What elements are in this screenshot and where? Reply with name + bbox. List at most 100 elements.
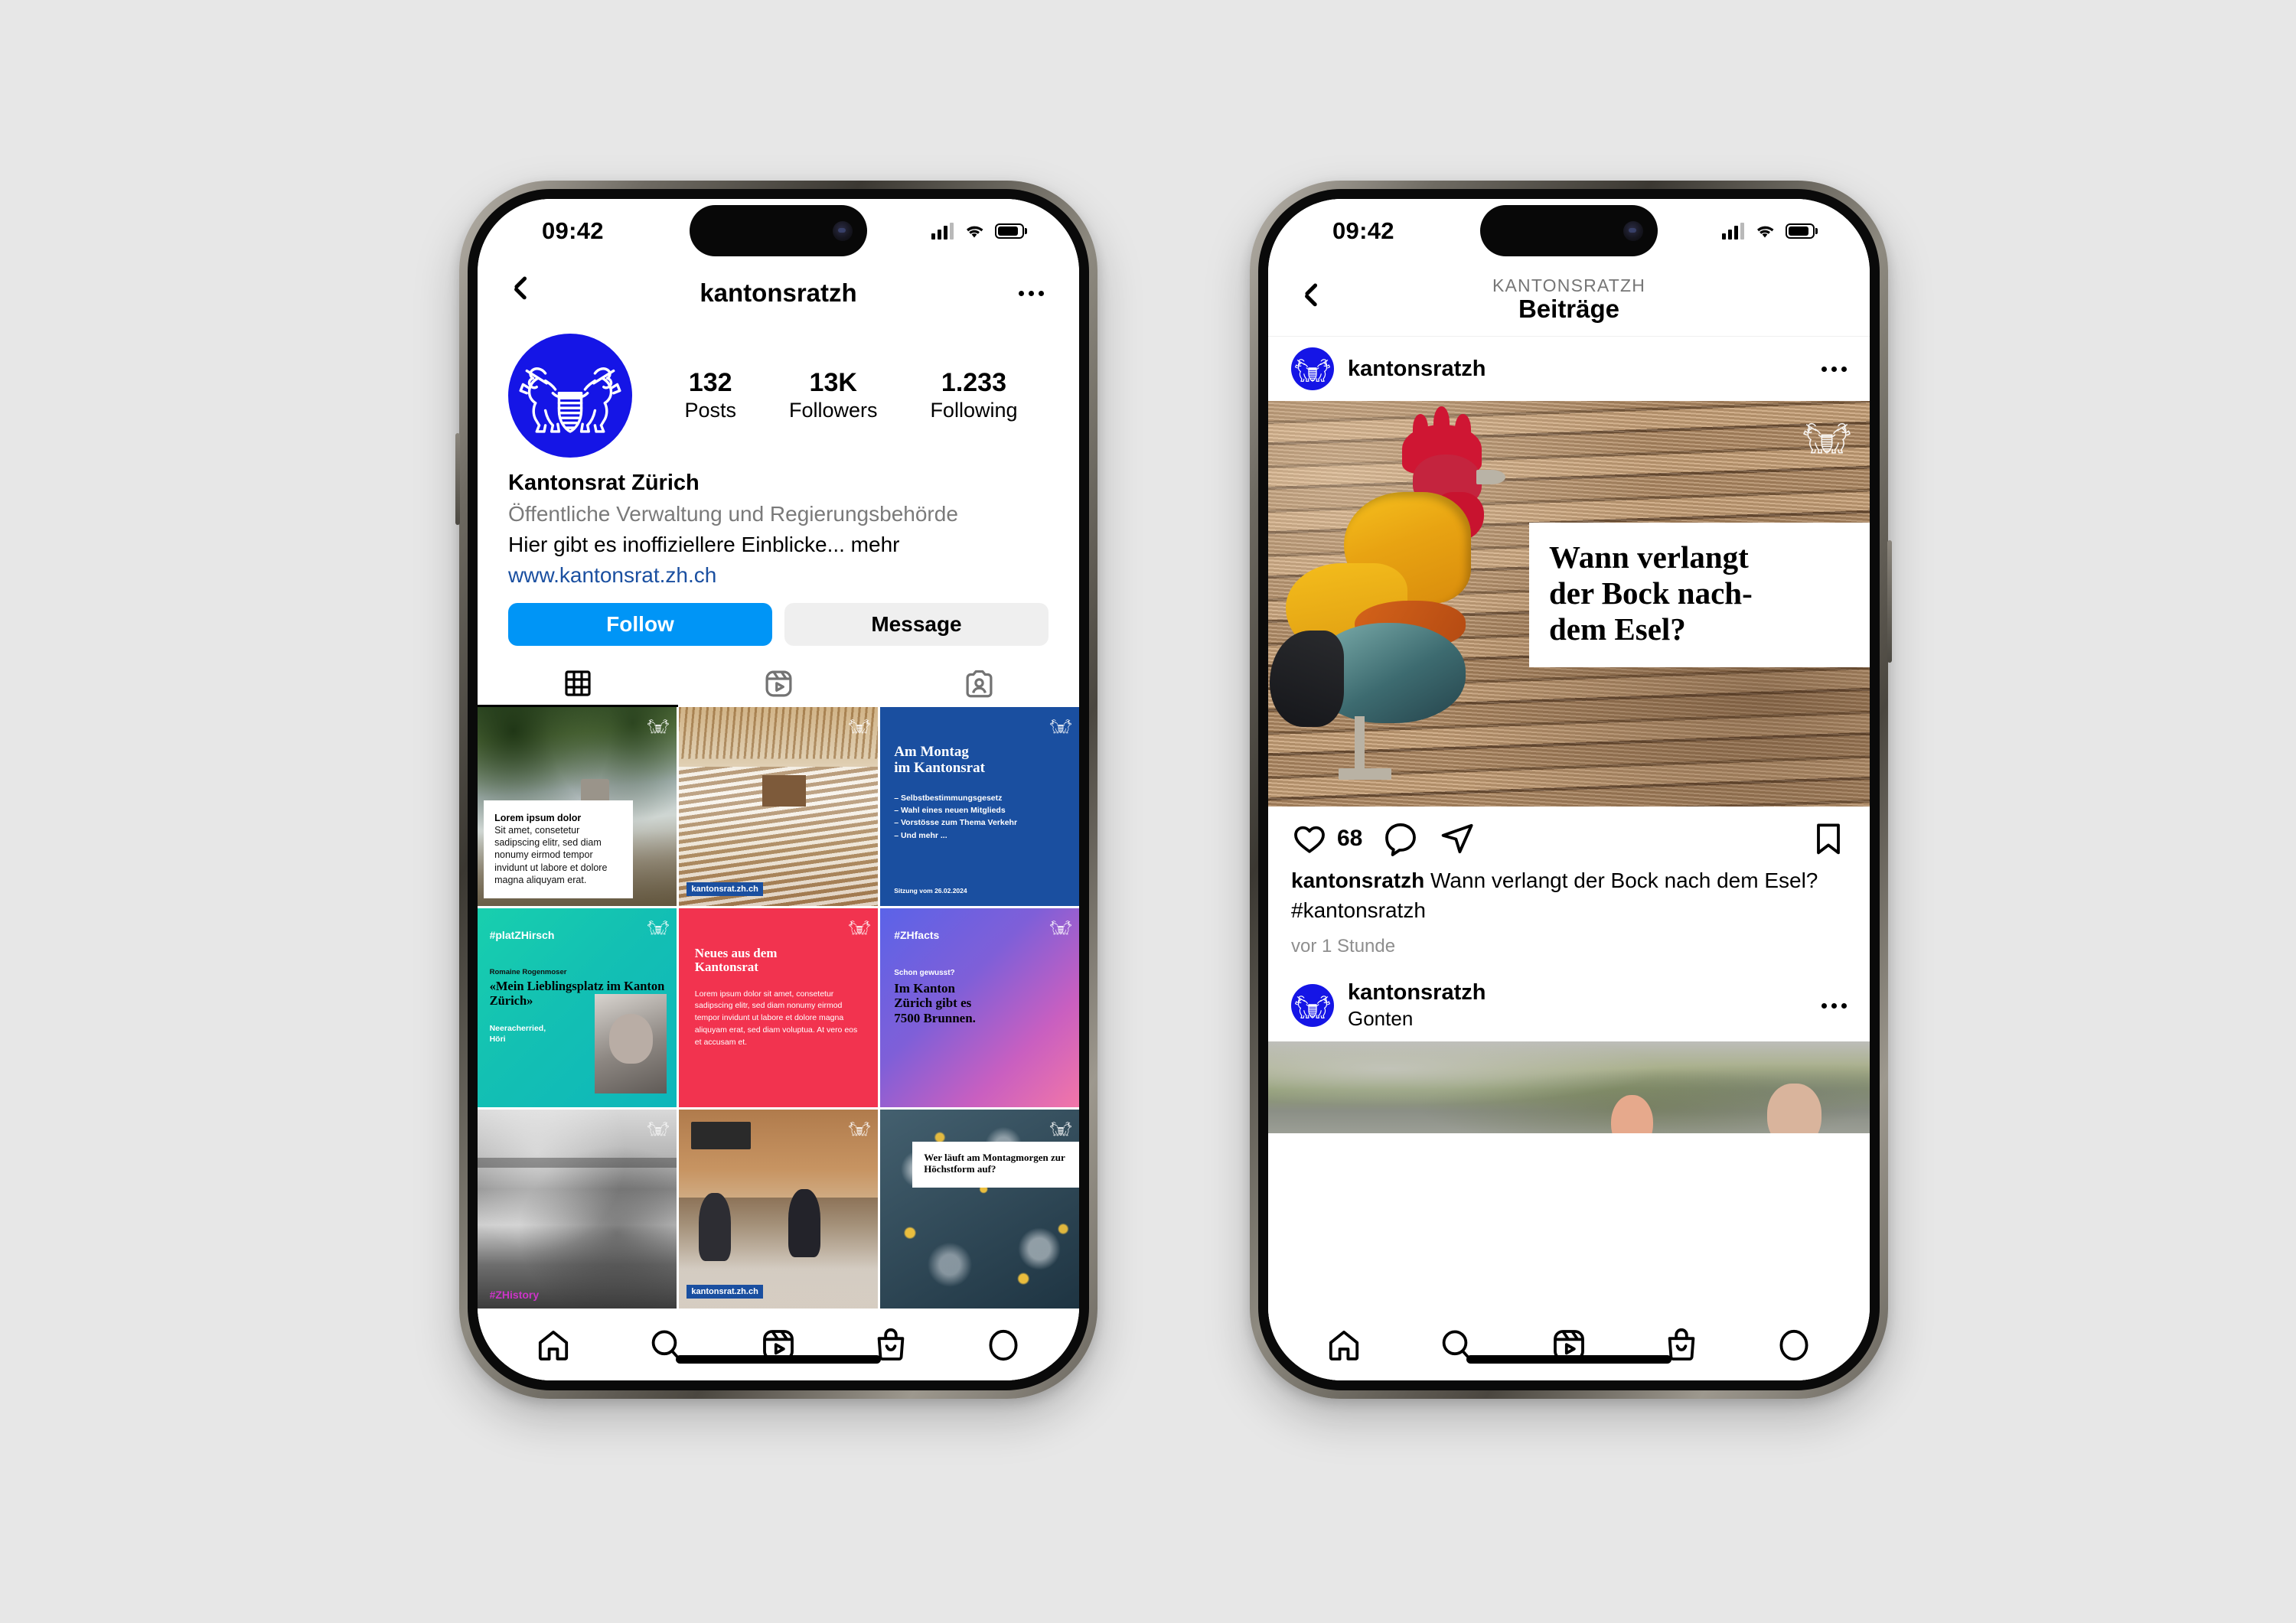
cell-person: Romaine Rogenmoser — [489, 967, 567, 976]
feed-navbar: KANTONSRATZH Beiträge — [1268, 263, 1870, 337]
post-caption: kantonsratzh Wann verlangt der Bock nach… — [1268, 862, 1870, 925]
page-title: kantonsratzh — [700, 279, 857, 307]
more-options-icon[interactable] — [1019, 290, 1044, 296]
home-indicator[interactable] — [1466, 1355, 1671, 1364]
account-category: Öffentliche Verwaltung und Regierungsbeh… — [508, 502, 958, 526]
zurich-coat-of-arms-icon — [1291, 347, 1334, 390]
comment-button[interactable] — [1382, 820, 1419, 857]
profile-bio: Kantonsrat Zürich Öffentliche Verwaltung… — [478, 458, 1079, 591]
bio-link[interactable]: www.kantonsrat.zh.ch — [508, 560, 1049, 592]
table-row[interactable]: kantonsrat.zh.ch — [679, 1110, 878, 1309]
stat-following-label: Following — [930, 399, 1018, 422]
tagged-person-icon — [964, 668, 995, 699]
post-author[interactable]: kantonsratzh — [1348, 357, 1486, 382]
table-row[interactable]: Lorem ipsum dolor Sit amet, consetetur s… — [478, 707, 677, 907]
tab-reels[interactable] — [678, 660, 879, 707]
avatar[interactable] — [1291, 984, 1334, 1028]
table-row[interactable]: #ZHistory — [478, 1110, 677, 1309]
crest-icon — [846, 914, 872, 940]
cell-title-line1: Neues aus dem — [694, 945, 778, 960]
status-indicators — [931, 223, 1024, 240]
avatar[interactable] — [508, 334, 632, 458]
crest-icon — [645, 1115, 671, 1141]
profile-scroll-area[interactable]: 132 Posts 13K Followers 1.233 Following — [478, 323, 1079, 1310]
profile-header: 132 Posts 13K Followers 1.233 Following — [478, 323, 1079, 458]
avatar[interactable] — [1291, 347, 1334, 390]
left-phone-bezel: 09:42 kantonsratzh 132 Posts 13K Followe… — [468, 189, 1089, 1390]
status-time: 09:42 — [542, 217, 604, 244]
cell-title-line2: Kantonsrat — [694, 960, 758, 975]
stat-posts[interactable]: 132 Posts — [684, 368, 736, 422]
tabbar-home[interactable] — [535, 1327, 572, 1364]
post-image[interactable]: Wann verlangt der Bock nach- dem Esel? — [1268, 401, 1870, 807]
cell-badge: kantonsrat.zh.ch — [687, 1285, 763, 1299]
caption-author[interactable]: kantonsratzh — [1291, 869, 1424, 892]
next-post-image[interactable] — [1268, 1041, 1870, 1134]
cell-bullet-3: – Vorstösse zum Thema Verkehr — [894, 818, 1018, 828]
more-options-icon[interactable] — [1821, 1002, 1847, 1009]
next-post-header: kantonsratzh Gonten — [1268, 957, 1870, 1041]
save-button[interactable] — [1810, 820, 1847, 857]
left-phone-screen: 09:42 kantonsratzh 132 Posts 13K Followe… — [478, 199, 1079, 1380]
right-status-bar: 09:42 — [1268, 199, 1870, 263]
cell-hashtag: #ZHfacts — [894, 929, 940, 942]
cell-title-line1: Am Montag — [894, 744, 969, 761]
dynamic-island — [690, 205, 867, 256]
table-row[interactable]: Neues aus dem Kantonsrat Lorem ipsum dol… — [679, 908, 878, 1108]
display-name: Kantonsrat Zürich — [508, 471, 700, 495]
cell-bullet-2: – Wahl eines neuen Mitglieds — [894, 806, 1006, 816]
tabbar-profile[interactable] — [985, 1327, 1022, 1364]
table-row[interactable]: Am Montag im Kantonsrat – Selbstbestimmu… — [880, 707, 1079, 907]
crest-icon — [1048, 914, 1074, 940]
stat-followers[interactable]: 13K Followers — [789, 368, 878, 422]
tab-grid[interactable] — [478, 660, 678, 708]
cell-card-title: Lorem ipsum dolor — [494, 812, 582, 823]
post-grid: Lorem ipsum dolor Sit amet, consetetur s… — [478, 707, 1079, 1310]
profile-tabs — [478, 660, 1079, 708]
cell-hashtag: #ZHistory — [489, 1288, 540, 1301]
front-camera-icon — [1623, 220, 1643, 241]
left-phone-side-button — [455, 433, 460, 525]
instagram-profile-app: 09:42 kantonsratzh 132 Posts 13K Followe… — [478, 199, 1079, 1380]
cellular-signal-icon — [1722, 223, 1744, 240]
crest-icon — [846, 712, 872, 738]
like-button[interactable] — [1291, 820, 1328, 857]
table-row[interactable]: Wer läuft am Montagmorgen zur Höchstform… — [880, 1110, 1079, 1309]
battery-icon — [995, 223, 1024, 239]
next-post-author[interactable]: kantonsratzh — [1348, 980, 1486, 1005]
post-timestamp: vor 1 Stunde — [1291, 936, 1396, 957]
cell-bullet-4: – Und mehr ... — [894, 830, 947, 840]
message-button[interactable]: Message — [784, 603, 1049, 647]
next-post-location[interactable]: Gonten — [1348, 1007, 1486, 1031]
tabbar-home[interactable] — [1326, 1327, 1362, 1364]
table-row[interactable]: #ZHfacts Schon gewusst? Im Kanton Zürich… — [880, 908, 1079, 1108]
tabbar-profile[interactable] — [1776, 1327, 1812, 1364]
tab-tagged[interactable] — [879, 660, 1079, 707]
cell-card-body: Wer läuft am Montagmorgen zur Höchstform… — [912, 1141, 1079, 1188]
share-button[interactable] — [1439, 820, 1476, 857]
stat-following[interactable]: 1.233 Following — [930, 368, 1017, 422]
mockup-stage: 09:42 kantonsratzh 132 Posts 13K Followe… — [0, 0, 2296, 1623]
nav-eyebrow: KANTONSRATZH — [1492, 275, 1646, 296]
back-icon[interactable] — [513, 280, 528, 306]
more-options-icon[interactable] — [1821, 366, 1847, 372]
cell-footnote: Sitzung vom 26.02.2024 — [894, 886, 967, 895]
post-actions: 68 — [1268, 807, 1870, 862]
feed-scroll-area[interactable]: kantonsratzh Wann verlangt der Bock nach… — [1268, 337, 1870, 1310]
cell-hashtag: #platZHirsch — [489, 929, 555, 942]
dynamic-island — [1480, 205, 1658, 256]
home-indicator[interactable] — [676, 1355, 881, 1364]
stat-following-count: 1.233 — [941, 368, 1007, 398]
cell-fact-2: Zürich gibt es — [894, 996, 972, 1011]
cell-fact-3: 7500 Brunnen. — [894, 1010, 976, 1025]
crest-icon — [645, 712, 671, 738]
back-icon[interactable] — [1303, 287, 1319, 313]
cell-title-line2: im Kantonsrat — [894, 760, 985, 777]
table-row[interactable]: kantonsrat.zh.ch — [679, 707, 878, 907]
left-phone-device: 09:42 kantonsratzh 132 Posts 13K Followe… — [455, 181, 1097, 1399]
left-status-bar: 09:42 — [478, 199, 1079, 263]
crest-icon — [1798, 413, 1856, 459]
follow-button[interactable]: Follow — [508, 603, 772, 647]
table-row[interactable]: #platZHirsch Romaine Rogenmoser «Mein Li… — [478, 908, 677, 1108]
left-bottom-tabbar — [478, 1310, 1079, 1380]
